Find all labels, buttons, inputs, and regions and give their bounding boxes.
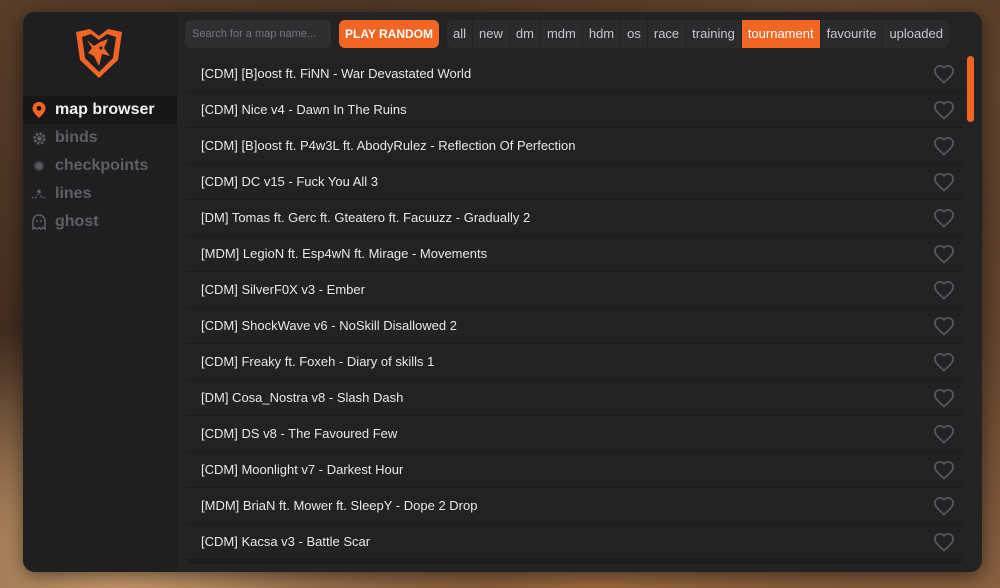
app-window: map browser binds checkpoints lines ghost PL… bbox=[23, 12, 982, 572]
search-input[interactable] bbox=[185, 20, 331, 48]
favourite-heart-icon[interactable] bbox=[933, 172, 955, 192]
map-title: [MDM] BriaN ft. Mower ft. SleepY - Dope … bbox=[201, 498, 478, 513]
sidebar-item-checkpoints[interactable]: checkpoints bbox=[23, 152, 177, 180]
map-row[interactable]: [CDM] Nice v4 - Dawn In The Ruins bbox=[185, 92, 963, 128]
map-title: [DM] Tomas ft. Gerc ft. Gteatero ft. Fac… bbox=[201, 210, 531, 225]
filter-tab-os[interactable]: os bbox=[621, 20, 648, 48]
map-row[interactable]: [CDM] [B]oost ft. FiNN - War Devastated … bbox=[185, 56, 963, 92]
map-row[interactable]: [CDM] SilverF0X v3 - Ember bbox=[185, 272, 963, 308]
favourite-heart-icon[interactable] bbox=[933, 316, 955, 336]
favourite-heart-icon[interactable] bbox=[933, 136, 955, 156]
filter-tab-favourite[interactable]: favourite bbox=[821, 20, 884, 48]
favourite-heart-icon[interactable] bbox=[933, 460, 955, 480]
sidebar-item-ghost[interactable]: ghost bbox=[23, 208, 177, 236]
scrollbar[interactable] bbox=[967, 56, 975, 564]
map-title: [CDM] [B]oost ft. P4w3L ft. AbodyRulez -… bbox=[201, 138, 576, 153]
favourite-heart-icon[interactable] bbox=[933, 244, 955, 264]
map-title: [CDM] [B]oost ft. FiNN - War Devastated … bbox=[201, 66, 472, 81]
map-row[interactable]: [MDM] LegioN ft. Esp4wN ft. Mirage - Mov… bbox=[185, 236, 963, 272]
filter-tabs: all new dm mdm hdm os race training tournament fa… bbox=[447, 20, 949, 48]
map-title: [CDM] DS v8 - The Favoured Few bbox=[201, 426, 398, 441]
map-title: [CDM] Kacsa v3 - Battle Scar bbox=[201, 534, 371, 549]
map-title: [MDM] LegioN ft. Esp4wN ft. Mirage - Mov… bbox=[201, 246, 488, 261]
sidebar-item-label: map browser bbox=[55, 101, 155, 118]
favourite-heart-icon[interactable] bbox=[933, 352, 955, 372]
map-row[interactable]: [CDM] DC v15 - Fuck You All 3 bbox=[185, 164, 963, 200]
filter-tab-training[interactable]: training bbox=[686, 20, 742, 48]
map-title: [CDM] Freaky ft. Foxeh - Diary of skills… bbox=[201, 354, 435, 369]
play-random-button[interactable]: PLAY RANDOM bbox=[339, 20, 440, 48]
map-row[interactable]: [CDM] [B]oost ft. P4w3L ft. AbodyRulez -… bbox=[185, 128, 963, 164]
favourite-heart-icon[interactable] bbox=[933, 64, 955, 84]
filter-tab-dm[interactable]: dm bbox=[510, 20, 541, 48]
map-title: [CDM] ShockWave v6 - NoSkill Disallowed … bbox=[201, 318, 457, 333]
map-row[interactable]: [CDM] Kacsa v3 - Battle Scar bbox=[185, 524, 963, 560]
map-row[interactable]: [CDM] DS v8 - The Favoured Few bbox=[185, 416, 963, 452]
favourite-heart-icon[interactable] bbox=[933, 388, 955, 408]
map-title: [CDM] Moonlight v7 - Darkest Hour bbox=[201, 462, 404, 477]
toolbar: PLAY RANDOM allnewdmmdmhdmosracetraining… bbox=[185, 20, 949, 48]
sidebar: map browser binds checkpoints lines ghost bbox=[23, 12, 177, 572]
ghost-icon bbox=[31, 214, 47, 230]
filter-tab-new[interactable]: new bbox=[473, 20, 510, 48]
sidebar-item-label: checkpoints bbox=[55, 157, 149, 174]
favourite-heart-icon[interactable] bbox=[933, 424, 955, 444]
filter-tab-tournament[interactable]: tournament bbox=[741, 20, 821, 48]
favourite-heart-icon[interactable] bbox=[933, 532, 955, 552]
wolf-logo-icon bbox=[72, 26, 126, 80]
favourite-heart-icon[interactable] bbox=[933, 208, 955, 228]
map-row[interactable]: [DM] Tomas ft. Gerc ft. Gteatero ft. Fac… bbox=[185, 200, 963, 236]
map-row[interactable]: [MDM] BriaN ft. Mower ft. SleepY - Dope … bbox=[185, 488, 963, 524]
filter-tab-race[interactable]: race bbox=[648, 20, 687, 48]
scrollbar-thumb[interactable] bbox=[967, 56, 974, 122]
map-browser-panel: PLAY RANDOM allnewdmmdmhdmosracetraining… bbox=[177, 12, 982, 572]
map-row[interactable]: [DM] Cosa_Nostra v8 - Slash Dash bbox=[185, 380, 963, 416]
map-row[interactable]: [CDM] Moonlight v7 - Darkest Hour bbox=[185, 452, 963, 488]
map-pin-icon bbox=[31, 102, 47, 118]
filter-tab-uploaded[interactable]: uploaded bbox=[883, 20, 949, 48]
filter-tab-hdm[interactable]: hdm bbox=[583, 20, 622, 48]
map-title: [DM] Cosa_Nostra v8 - Slash Dash bbox=[201, 390, 404, 405]
sidebar-item-binds[interactable]: binds bbox=[23, 124, 177, 152]
sidebar-item-label: binds bbox=[55, 129, 98, 146]
sidebar-item-label: ghost bbox=[55, 213, 99, 230]
map-title: [CDM] SilverF0X v3 - Ember bbox=[201, 282, 365, 297]
route-icon bbox=[31, 186, 47, 202]
favourite-heart-icon[interactable] bbox=[933, 496, 955, 516]
filter-tab-mdm[interactable]: mdm bbox=[541, 20, 583, 48]
map-row[interactable]: [CDM] ShockWave v6 - NoSkill Disallowed … bbox=[185, 308, 963, 344]
gear-icon bbox=[31, 130, 47, 146]
dot-icon bbox=[31, 158, 47, 174]
map-title: [CDM] DC v15 - Fuck You All 3 bbox=[201, 174, 379, 189]
map-list[interactable]: [CDM] [B]oost ft. FiNN - War Devastated … bbox=[185, 56, 963, 564]
map-row[interactable]: [CDM] Freaky ft. Foxeh - Diary of skills… bbox=[185, 344, 963, 380]
map-title: [CDM] Nice v4 - Dawn In The Ruins bbox=[201, 102, 407, 117]
filter-tab-all[interactable]: all bbox=[447, 20, 474, 48]
sidebar-item-map-browser[interactable]: map browser bbox=[23, 96, 177, 124]
sidebar-nav: map browser binds checkpoints lines ghost bbox=[23, 96, 177, 236]
sidebar-item-label: lines bbox=[55, 185, 92, 202]
favourite-heart-icon[interactable] bbox=[933, 100, 955, 120]
favourite-heart-icon[interactable] bbox=[933, 280, 955, 300]
sidebar-item-lines[interactable]: lines bbox=[23, 180, 177, 208]
